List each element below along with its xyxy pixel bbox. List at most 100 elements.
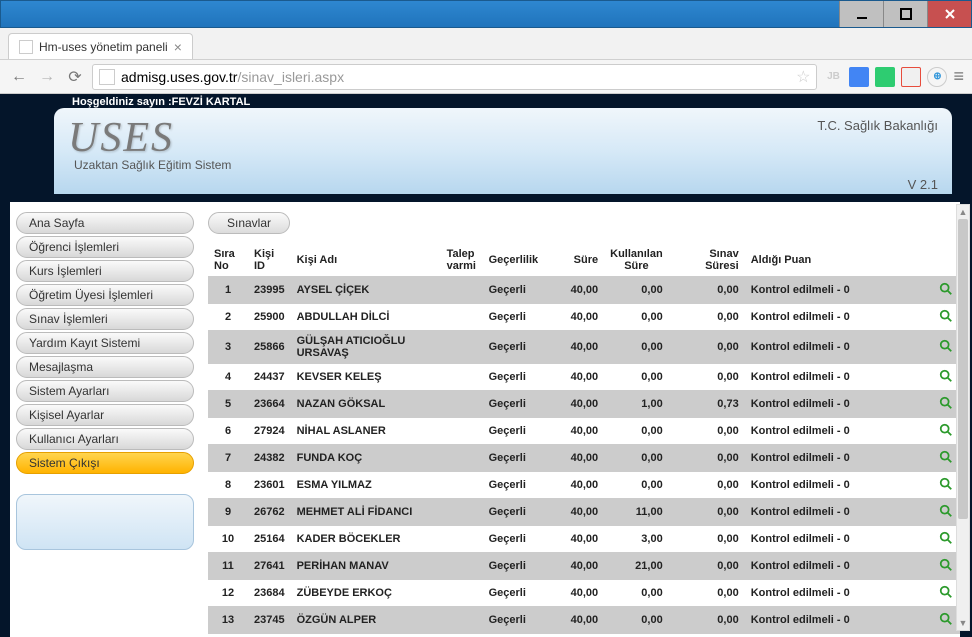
- forward-button[interactable]: →: [36, 66, 58, 88]
- cell-gecerlilik: Geçerli: [483, 445, 545, 472]
- cell-puan: Kontrol edilmeli - 0: [745, 472, 932, 499]
- cell-kullanilan: 21,00: [604, 553, 669, 580]
- vertical-scrollbar[interactable]: ▲ ▼: [956, 204, 970, 631]
- cell-kullanilan: 1,00: [604, 391, 669, 418]
- user-info-box: [16, 494, 194, 550]
- col-gecerlilik: Geçerlilik: [483, 244, 545, 277]
- cell-gecerlilik: Geçerli: [483, 553, 545, 580]
- sidebar-item[interactable]: Öğrenci İşlemleri: [16, 236, 194, 258]
- magnifier-icon[interactable]: [938, 611, 954, 627]
- magnifier-icon[interactable]: [938, 422, 954, 438]
- sidebar-item[interactable]: Mesajlaşma: [16, 356, 194, 378]
- window-titlebar: [0, 0, 972, 28]
- cell-kullanilan: 0,00: [604, 331, 669, 364]
- bookmark-star-icon[interactable]: ☆: [796, 67, 810, 87]
- sidebar-item[interactable]: Sınav İşlemleri: [16, 308, 194, 330]
- extension-icon[interactable]: [875, 67, 895, 87]
- magnifier-icon[interactable]: [938, 584, 954, 600]
- main-panel: Sınavlar Sıra No Kişi ID Kişi Adı Talep …: [200, 202, 960, 637]
- sidebar-item[interactable]: Ana Sayfa: [16, 212, 194, 234]
- table-row: 627924NİHAL ASLANERGeçerli40,000,000,00K…: [208, 418, 960, 445]
- sidebar-item[interactable]: Öğretim Üyesi İşlemleri: [16, 284, 194, 306]
- tab-close-icon[interactable]: ×: [174, 39, 182, 55]
- cell-kullanilan: 0,00: [604, 634, 669, 637]
- cell-gecerlilik: Geçerli: [483, 277, 545, 304]
- cell-gecerlilik: Geçerli: [483, 364, 545, 391]
- sidebar-item[interactable]: Sistem Ayarları: [16, 380, 194, 402]
- cell-talep: [441, 607, 483, 634]
- magnifier-icon[interactable]: [938, 368, 954, 384]
- cell-kisi-id: 27641: [248, 553, 291, 580]
- extension-icon[interactable]: JB: [823, 67, 843, 87]
- extension-icon[interactable]: ⊕: [927, 67, 947, 87]
- col-sinav-suresi: Sınav Süresi: [669, 244, 745, 277]
- cell-kisi-adi: ABDULLAH DİLCİ: [291, 304, 441, 331]
- cell-talep: [441, 634, 483, 637]
- window-maximize-button[interactable]: [883, 1, 927, 27]
- magnifier-icon[interactable]: [938, 476, 954, 492]
- col-kullanilan: Kullanılan Süre: [604, 244, 669, 277]
- magnifier-icon[interactable]: [938, 338, 954, 354]
- cell-sinav-suresi: 0,00: [669, 331, 745, 364]
- cell-sure: 40,00: [544, 331, 604, 364]
- col-puan: Aldığı Puan: [745, 244, 932, 277]
- cell-kisi-id: 23995: [248, 277, 291, 304]
- cell-sure: 40,00: [544, 499, 604, 526]
- reload-button[interactable]: ⟳: [64, 66, 86, 88]
- header-panel: USES Uzaktan Sağlık Eğitim Sistem T.C. S…: [54, 108, 952, 194]
- browser-address-bar: ← → ⟳ admisg.uses.gov.tr/sinav_isleri.as…: [0, 60, 972, 94]
- magnifier-icon[interactable]: [938, 395, 954, 411]
- sidebar-item[interactable]: Kurs İşlemleri: [16, 260, 194, 282]
- magnifier-icon[interactable]: [938, 281, 954, 297]
- browser-tab[interactable]: Hm-uses yönetim paneli ×: [8, 33, 193, 59]
- cell-kullanilan: 0,00: [604, 304, 669, 331]
- sidebar-item[interactable]: Sistem Çıkışı: [16, 452, 194, 474]
- browser-menu-icon[interactable]: ≡: [953, 66, 964, 87]
- cell-sira: 8: [208, 472, 248, 499]
- url-input[interactable]: admisg.uses.gov.tr/sinav_isleri.aspx ☆: [92, 64, 817, 90]
- magnifier-icon[interactable]: [938, 530, 954, 546]
- sidebar: Ana SayfaÖğrenci İşlemleriKurs İşlemleri…: [10, 202, 200, 637]
- version-label: V 2.1: [908, 177, 938, 192]
- cell-sure: 40,00: [544, 391, 604, 418]
- cell-sure: 40,00: [544, 418, 604, 445]
- magnifier-icon[interactable]: [938, 557, 954, 573]
- scroll-up-icon[interactable]: ▲: [957, 205, 969, 219]
- table-row: 1127641PERİHAN MANAVGeçerli40,0021,000,0…: [208, 553, 960, 580]
- cell-sira: 11: [208, 553, 248, 580]
- scroll-thumb[interactable]: [958, 219, 968, 519]
- col-kisi-adi: Kişi Adı: [291, 244, 441, 277]
- col-sira: Sıra No: [208, 244, 248, 277]
- sidebar-item[interactable]: Kişisel Ayarlar: [16, 404, 194, 426]
- sidebar-item[interactable]: Kullanıcı Ayarları: [16, 428, 194, 450]
- window-close-button[interactable]: [927, 1, 971, 27]
- cell-sinav-suresi: 0,00: [669, 304, 745, 331]
- window-minimize-button[interactable]: [839, 1, 883, 27]
- cell-sira: 3: [208, 331, 248, 364]
- cell-kisi-adi: KADER BÖCEKLER: [291, 526, 441, 553]
- cell-sinav-suresi: 0,00: [669, 277, 745, 304]
- cell-sira: 1: [208, 277, 248, 304]
- cell-kisi-id: 25866: [248, 331, 291, 364]
- cell-gecerlilik: Geçerli: [483, 607, 545, 634]
- cell-kisi-id: 27924: [248, 418, 291, 445]
- magnifier-icon[interactable]: [938, 503, 954, 519]
- cell-gecerlilik: Geçerli: [483, 634, 545, 637]
- cell-puan: Kontrol edilmeli - 0: [745, 607, 932, 634]
- extension-icon[interactable]: [901, 67, 921, 87]
- cell-gecerlilik: Geçerli: [483, 418, 545, 445]
- cell-sure: 40,00: [544, 445, 604, 472]
- browser-tabs-bar: Hm-uses yönetim paneli ×: [0, 28, 972, 60]
- scroll-down-icon[interactable]: ▼: [957, 616, 969, 630]
- cell-puan: Kontrol edilmeli - 0: [745, 499, 932, 526]
- cell-gecerlilik: Geçerli: [483, 499, 545, 526]
- cell-sinav-suresi: 0,00: [669, 445, 745, 472]
- magnifier-icon[interactable]: [938, 308, 954, 324]
- cell-sure: 40,00: [544, 526, 604, 553]
- cell-kisi-adi: KEVSER KELEŞ: [291, 364, 441, 391]
- magnifier-icon[interactable]: [938, 449, 954, 465]
- extension-icon[interactable]: [849, 67, 869, 87]
- tab-sinavlar[interactable]: Sınavlar: [208, 212, 290, 234]
- sidebar-item[interactable]: Yardım Kayıt Sistemi: [16, 332, 194, 354]
- back-button[interactable]: ←: [8, 66, 30, 88]
